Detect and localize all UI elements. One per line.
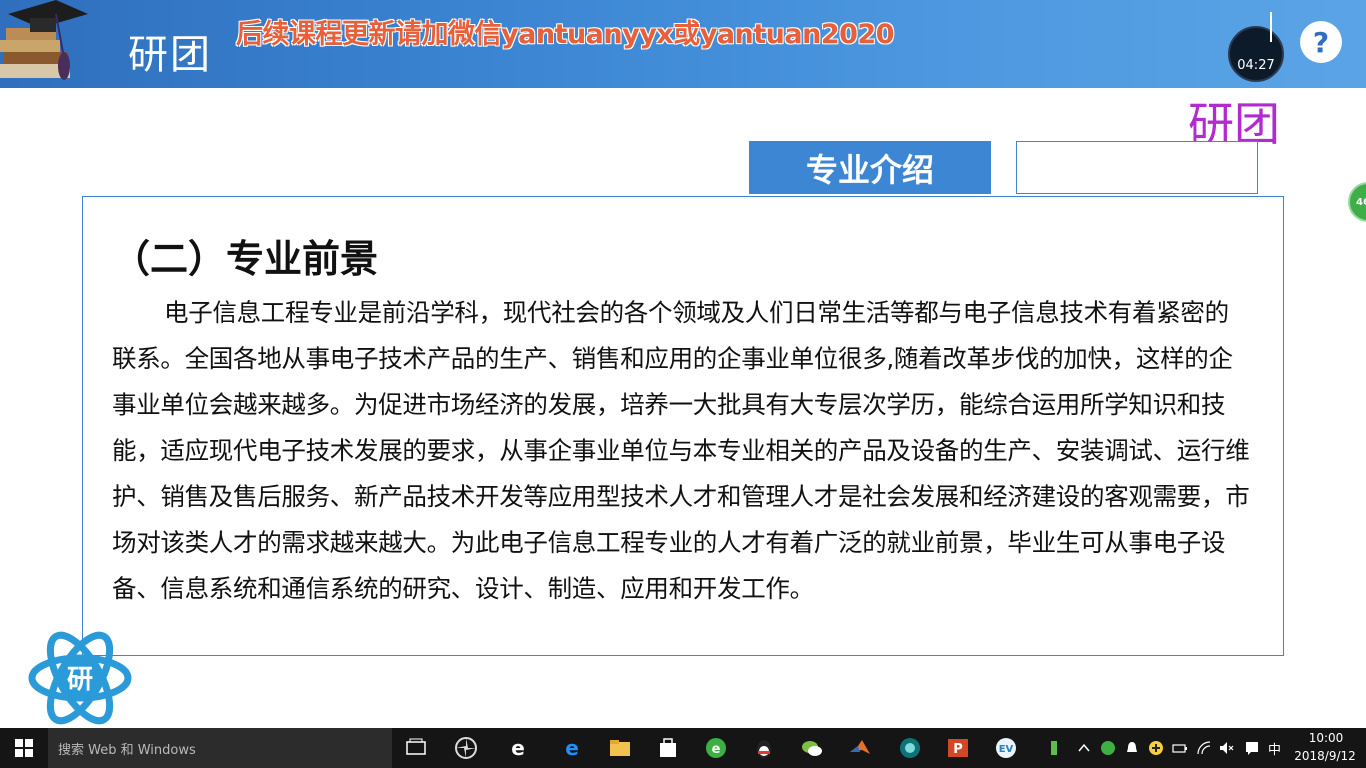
green-tray-icon[interactable] — [1100, 740, 1116, 756]
file-explorer-icon[interactable] — [608, 736, 632, 760]
help-button[interactable]: ? — [1300, 21, 1342, 63]
green-browser-icon[interactable]: e — [704, 736, 728, 760]
section-tab-blank — [1016, 141, 1258, 194]
start-button[interactable] — [0, 728, 48, 768]
input-method-indicator[interactable]: 中 — [1268, 739, 1281, 758]
question-mark-icon: ? — [1312, 25, 1330, 59]
ev-recorder-icon[interactable]: EV — [994, 736, 1018, 760]
store-icon[interactable] — [656, 736, 680, 760]
svg-text:e: e — [712, 742, 721, 757]
svg-text:e: e — [511, 736, 525, 760]
logo-char: 研 — [67, 665, 93, 695]
clock-time[interactable]: 10:00 — [1296, 731, 1356, 745]
matlab-icon[interactable] — [848, 736, 872, 760]
windows-logo-icon — [15, 739, 33, 757]
chevron-up-icon[interactable] — [1076, 740, 1092, 756]
edge-browser-icon[interactable]: e — [560, 736, 584, 760]
taskbar-search-input[interactable]: 搜索 Web 和 Windows — [48, 728, 392, 768]
wechat-notice: 后续课程更新请加微信yantuanyyx或yantuan2020 — [236, 19, 894, 50]
clock-date[interactable]: 2018/9/12 — [1290, 749, 1360, 763]
qq-icon[interactable] — [752, 736, 776, 760]
battery-app-icon[interactable] — [1046, 740, 1062, 756]
svg-text:e: e — [565, 736, 579, 760]
pinwheel-app-icon[interactable] — [454, 736, 478, 760]
windows-taskbar: 搜索 Web 和 Windows e e e P EV 中 10:00 2018… — [0, 728, 1366, 768]
section-tab-major-intro: 专业介绍 — [749, 141, 991, 194]
svg-text:P: P — [953, 742, 963, 757]
brand-title: 研团 — [128, 32, 212, 78]
battery-icon[interactable] — [1172, 740, 1188, 756]
graduation-books-icon — [0, 0, 88, 80]
wechat-icon[interactable] — [800, 736, 824, 760]
section-heading: （二）专业前景 — [112, 237, 379, 281]
volume-muted-icon[interactable] — [1218, 740, 1234, 756]
section-body-text: 电子信息工程专业是前沿学科，现代社会的各个领域及人们日常生活等都与电子信息技术有… — [112, 298, 1250, 603]
svg-text:EV: EV — [999, 744, 1014, 755]
internet-explorer-icon[interactable]: e — [506, 736, 530, 760]
add-app-icon[interactable] — [1148, 740, 1164, 756]
circle-app-icon[interactable] — [898, 736, 922, 760]
notification-bell-icon[interactable] — [1124, 740, 1140, 756]
yantuan-logo-icon: 研 — [28, 631, 132, 725]
wifi-icon[interactable] — [1196, 740, 1212, 756]
timer-progress-mark — [1270, 12, 1272, 42]
task-view-icon[interactable] — [404, 736, 428, 760]
side-floating-badge[interactable]: 46 — [1348, 182, 1366, 222]
action-center-icon[interactable] — [1244, 740, 1260, 756]
timer-text: 04:27 — [1237, 58, 1275, 73]
header-banner: 研团 后续课程更新请加微信yantuanyyx或yantuan2020 — [0, 0, 1366, 88]
recording-timer[interactable] — [1228, 26, 1284, 82]
powerpoint-icon[interactable]: P — [946, 736, 970, 760]
